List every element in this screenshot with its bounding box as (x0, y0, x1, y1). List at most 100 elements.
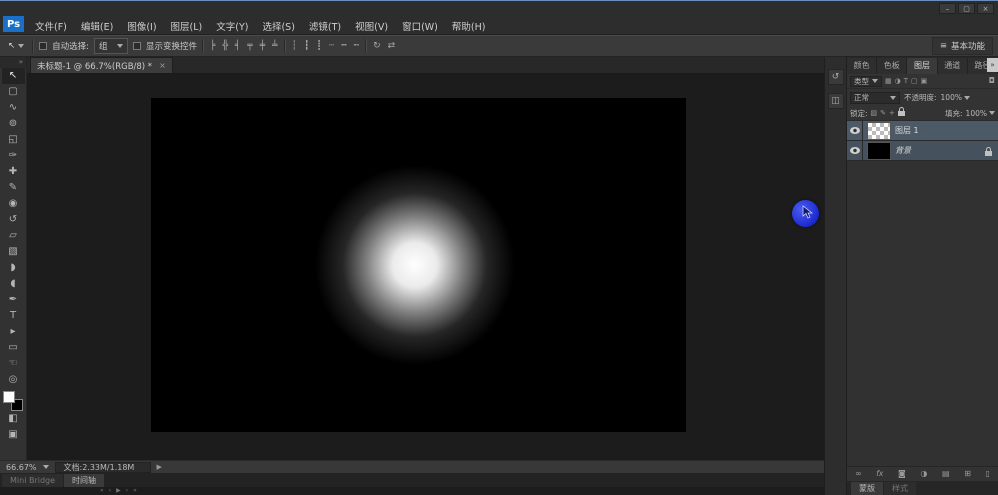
menu-view[interactable]: 视图(V) (348, 19, 395, 33)
clone-stamp-tool-button[interactable]: ◉ (2, 196, 25, 212)
mini-bridge-tab[interactable]: Mini Bridge (2, 474, 63, 487)
play-button[interactable]: ▶ (116, 488, 121, 494)
visibility-cell[interactable] (847, 121, 863, 140)
filter-toggle-icon[interactable]: ◘ (989, 77, 995, 85)
layer-thumbnail[interactable] (867, 142, 891, 160)
filter-type-layers-icon[interactable]: T (904, 78, 908, 85)
distribute-right-edges-button[interactable]: ┋ (315, 42, 322, 51)
close-button[interactable]: × (977, 3, 994, 14)
eraser-tool-button[interactable]: ▱ (2, 228, 25, 244)
filter-adjustment-layers-icon[interactable]: ◑ (895, 78, 901, 85)
lock-image-pixels-icon[interactable]: ✎ (880, 110, 886, 117)
align-horizontal-centers-button[interactable]: ╬ (221, 42, 228, 51)
rectangular-marquee-tool-button[interactable]: ▢ (2, 84, 25, 100)
layer-row-layer-1[interactable]: 图层 1 (847, 121, 998, 141)
swatches-panel-tab[interactable]: 色板 (877, 58, 907, 74)
foreground-color-swatch[interactable] (3, 391, 15, 403)
pen-tool-button[interactable]: ✒ (2, 292, 25, 308)
channels-panel-tab[interactable]: 通道 (938, 58, 968, 74)
menu-edit[interactable]: 编辑(E) (74, 19, 120, 33)
new-group-button[interactable]: ▤ (942, 470, 950, 478)
layer-name[interactable]: 背景 (895, 145, 911, 156)
menu-type[interactable]: 文字(Y) (209, 19, 255, 33)
layer-filter-type-select[interactable]: 类型 (850, 76, 882, 87)
canvas[interactable] (151, 98, 686, 432)
align-right-edges-button[interactable]: ╡ (234, 42, 241, 51)
panel-collapse-button[interactable]: » (987, 58, 998, 72)
3d-pan-mode-button[interactable]: ⇄ (387, 42, 397, 51)
layer-thumbnail[interactable] (867, 122, 891, 140)
move-tool-button[interactable]: ↖ (2, 68, 25, 84)
workspace-switcher-button[interactable]: ≡ 基本功能 (932, 37, 993, 55)
opacity-field[interactable]: 100% (941, 93, 970, 102)
dodge-tool-button[interactable]: ◖ (2, 276, 25, 292)
link-layers-button[interactable]: ∞ (855, 470, 862, 478)
lock-transparent-pixels-icon[interactable]: ▨ (871, 110, 878, 117)
screen-mode-button[interactable]: ▣ (2, 427, 25, 443)
rectangle-tool-button[interactable]: ▭ (2, 340, 25, 356)
layers-panel-tab[interactable]: 图层 (907, 58, 937, 74)
status-options-arrow[interactable]: ▶ (157, 463, 162, 471)
next-frame-button[interactable]: › (126, 488, 128, 494)
eyedropper-tool-button[interactable]: ✑ (2, 148, 25, 164)
3d-rotate-mode-button[interactable]: ↻ (372, 42, 382, 51)
properties-panel-icon[interactable]: ◫ (828, 93, 844, 109)
quick-selection-tool-button[interactable]: ⊚ (2, 116, 25, 132)
color-panel-tab[interactable]: 颜色 (847, 58, 877, 74)
tool-preset-picker[interactable]: ↖ (5, 40, 27, 52)
distribute-horizontal-centers-button[interactable]: ┇ (303, 42, 310, 51)
lock-position-icon[interactable]: + (889, 110, 895, 117)
minimize-button[interactable]: – (939, 3, 956, 14)
filter-shape-layers-icon[interactable]: ▢ (911, 78, 918, 85)
distribute-left-edges-button[interactable]: ┆ (291, 42, 298, 51)
show-transform-checkbox[interactable] (133, 42, 141, 50)
menu-file[interactable]: 文件(F) (28, 19, 74, 33)
first-frame-button[interactable]: « (100, 488, 104, 494)
blur-tool-button[interactable]: ◗ (2, 260, 25, 276)
lock-all-icon[interactable] (898, 111, 905, 116)
timeline-tab[interactable]: 时间轴 (64, 474, 104, 487)
visibility-cell[interactable] (847, 141, 863, 160)
spot-healing-brush-tool-button[interactable]: ✚ (2, 164, 25, 180)
crop-tool-button[interactable]: ◱ (2, 132, 25, 148)
menu-select[interactable]: 选择(S) (255, 19, 301, 33)
fill-field[interactable]: 100% (966, 109, 995, 118)
adjustment-layer-button[interactable]: ◑ (920, 470, 927, 478)
menu-image[interactable]: 图像(I) (120, 19, 163, 33)
zoom-level-field[interactable]: 66.67% (6, 463, 37, 472)
maximize-button[interactable]: ▢ (958, 3, 975, 14)
menu-window[interactable]: 窗口(W) (395, 19, 445, 33)
layer-row-background[interactable]: 背景 (847, 141, 998, 161)
document-close-icon[interactable]: × (159, 61, 166, 70)
zoom-tool-button[interactable]: ◎ (2, 372, 25, 388)
hand-tool-button[interactable]: ☜ (2, 356, 25, 372)
auto-select-target-select[interactable]: 组 (94, 38, 128, 54)
quick-mask-mode-button[interactable]: ◧ (2, 411, 25, 427)
path-selection-tool-button[interactable]: ▸ (2, 324, 25, 340)
layer-style-button[interactable]: fx (876, 470, 883, 478)
gradient-tool-button[interactable]: ▧ (2, 244, 25, 260)
masks-panel-tab[interactable]: 蒙版 (851, 482, 883, 495)
previous-frame-button[interactable]: ‹ (109, 488, 111, 494)
distribute-bottom-edges-button[interactable]: ┉ (353, 42, 360, 51)
align-top-edges-button[interactable]: ╤ (246, 42, 253, 51)
delete-layer-button[interactable]: ▯ (986, 470, 990, 478)
filter-smart-object-icon[interactable]: ▣ (921, 78, 928, 85)
menu-help[interactable]: 帮助(H) (445, 19, 493, 33)
history-panel-icon[interactable]: ↺ (828, 69, 844, 85)
align-vertical-centers-button[interactable]: ╪ (259, 42, 266, 51)
lasso-tool-button[interactable]: ∿ (2, 100, 25, 116)
brush-tool-button[interactable]: ✎ (2, 180, 25, 196)
add-layer-mask-button[interactable]: ◙ (898, 470, 906, 478)
menu-filter[interactable]: 滤镜(T) (302, 19, 348, 33)
layer-name[interactable]: 图层 1 (895, 125, 919, 136)
align-bottom-edges-button[interactable]: ╧ (271, 42, 278, 51)
blend-mode-select[interactable]: 正常 (850, 92, 900, 104)
type-tool-button[interactable]: T (2, 308, 25, 324)
menu-layer[interactable]: 图层(L) (164, 19, 210, 33)
distribute-vertical-centers-button[interactable]: ┅ (340, 42, 347, 51)
last-frame-button[interactable]: » (133, 488, 137, 494)
align-left-edges-button[interactable]: ╞ (209, 42, 216, 51)
new-layer-button[interactable]: ⊞ (964, 470, 971, 478)
history-brush-tool-button[interactable]: ↺ (2, 212, 25, 228)
